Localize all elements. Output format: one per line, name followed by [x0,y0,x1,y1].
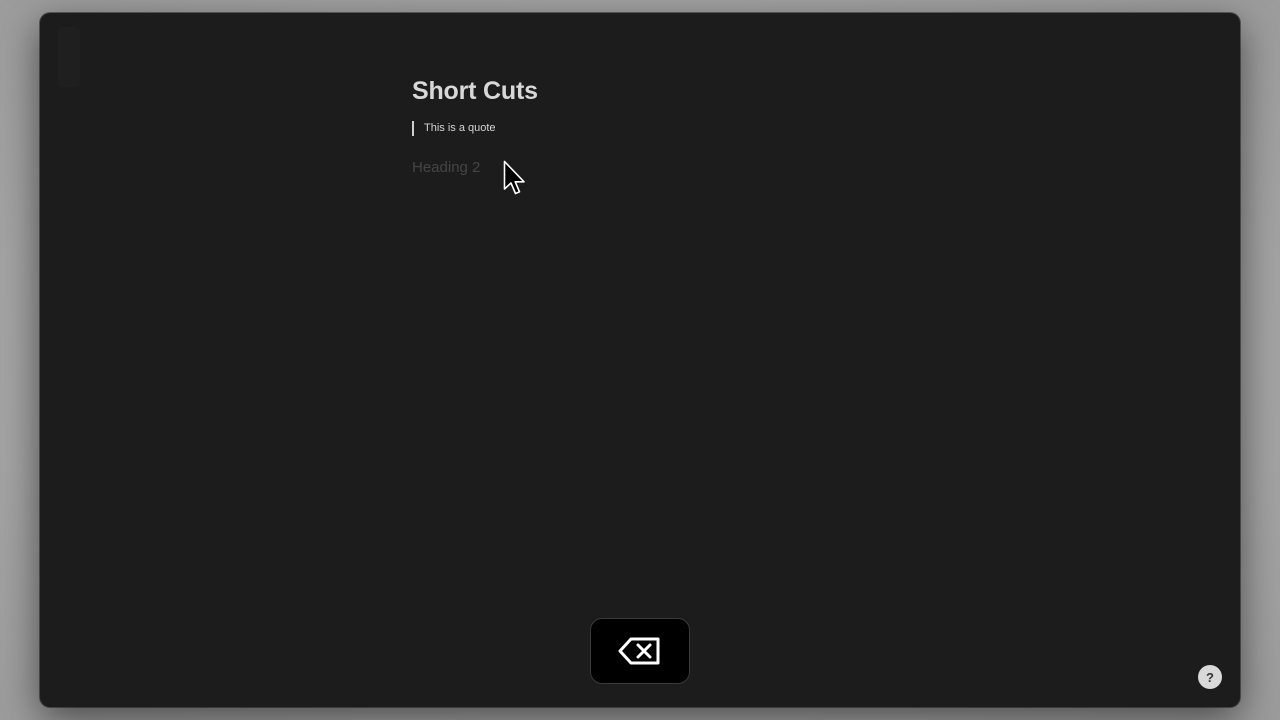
help-button[interactable]: ? [1198,665,1222,689]
app-window: Short Cuts This is a quote Heading 2 [40,13,1240,707]
mouse-pointer-icon [503,160,525,195]
blockquote[interactable]: This is a quote [412,120,872,136]
blockquote-text[interactable]: This is a quote [424,122,496,134]
document-title[interactable]: Short Cuts [412,75,872,107]
editor-area[interactable]: Short Cuts This is a quote Heading 2 [412,75,872,178]
backspace-icon [618,637,660,665]
blockquote-bar [412,120,414,136]
keystroke-overlay [590,618,690,684]
heading2-placeholder[interactable]: Heading 2 [412,158,872,178]
sidebar-toggle[interactable] [58,27,80,87]
help-icon: ? [1206,669,1214,685]
